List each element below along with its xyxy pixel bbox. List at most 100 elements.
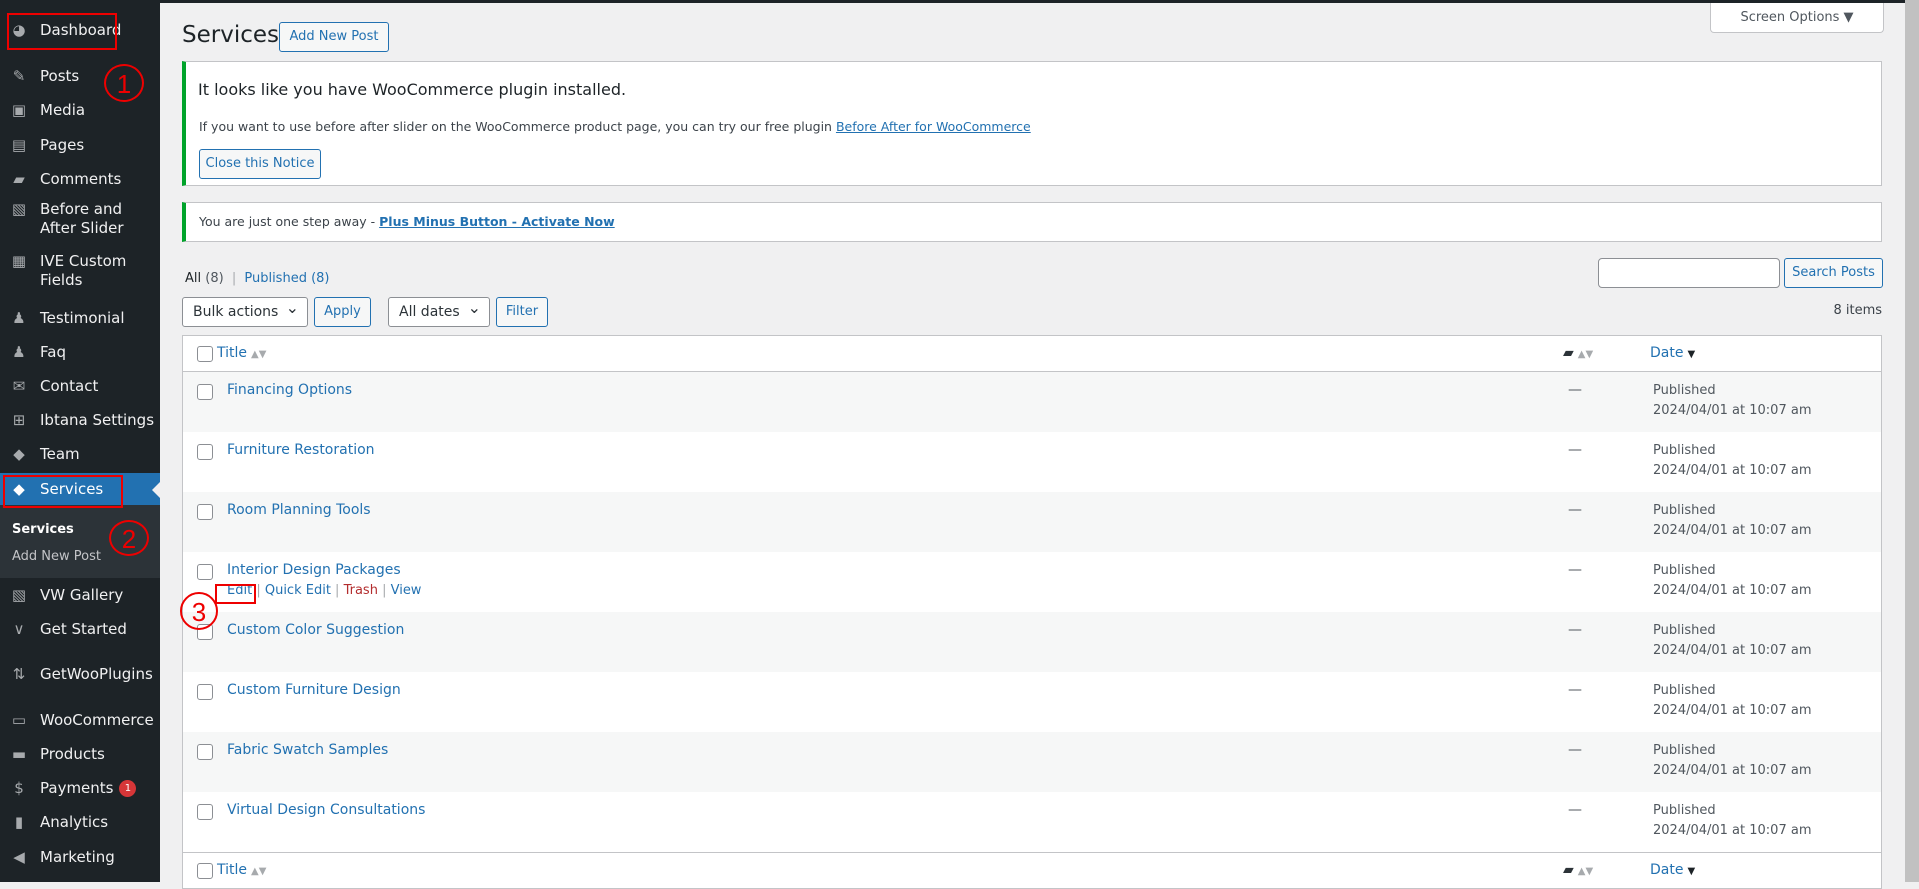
before-after-woocommerce-link[interactable]: Before After for WooCommerce [836, 119, 1031, 134]
row-checkbox[interactable] [197, 564, 213, 580]
close-notice-button[interactable]: Close this Notice [199, 149, 321, 179]
sidebar-item-ive-custom-fields[interactable]: ▦ IVE Custom Fields [0, 248, 160, 292]
search-input[interactable] [1598, 258, 1780, 288]
post-title-link[interactable]: Fabric Swatch Samples [227, 742, 388, 758]
dates-select[interactable]: All dates [388, 294, 490, 327]
sidebar-item-payments[interactable]: $ Payments 1 [0, 771, 160, 805]
select-all-checkbox[interactable] [197, 346, 213, 362]
sidebar-item-label: Contact [40, 377, 99, 395]
sidebar-item-getwooplugins[interactable]: ⇅ GetWooPlugins [0, 657, 160, 691]
row-checkbox[interactable] [197, 624, 213, 640]
separator: | [231, 271, 237, 286]
sidebar-item-team[interactable]: ◆ Team [0, 437, 160, 471]
sidebar-item-label: Services [40, 480, 104, 498]
add-new-post-button[interactable]: Add New Post [279, 22, 389, 52]
sidebar-item-comments[interactable]: ▰ Comments [0, 162, 160, 196]
sidebar-item-label: Get Started [40, 620, 127, 638]
user-icon: ♟ [12, 343, 26, 361]
filter-all[interactable]: All [185, 271, 201, 286]
pin-icon: ✎ [12, 67, 26, 85]
sidebar-item-posts[interactable]: ✎ Posts [0, 59, 160, 93]
trash-link[interactable]: Trash [344, 583, 378, 598]
sidebar-item-analytics[interactable]: ▮ Analytics [0, 805, 160, 839]
sidebar-item-products[interactable]: ▬ Products [0, 737, 160, 771]
view-link[interactable]: View [391, 583, 422, 598]
filter-published[interactable]: Published [244, 271, 307, 286]
sidebar-item-before-and-after-slider[interactable]: ▧ Before and After Slider [0, 196, 160, 240]
sidebar-item-label: Ibtana Settings [40, 411, 155, 429]
sidebar-item-label: Media [40, 101, 86, 119]
pages-icon: ▤ [11, 136, 27, 154]
dashboard-icon: ◕ [12, 21, 26, 39]
sidebar-item-label: Before and After Slider [40, 200, 124, 237]
sidebar-item-media[interactable]: ▣ Media [0, 93, 160, 127]
row-checkbox[interactable] [197, 804, 213, 820]
quick-edit-link[interactable]: Quick Edit [265, 583, 331, 598]
edit-link[interactable]: Edit [227, 583, 252, 598]
sidebar-item-woocommerce[interactable]: ▭ WooCommerce [0, 703, 160, 737]
sidebar-item-faq[interactable]: ♟ Faq [0, 335, 160, 369]
sidebar-item-dashboard[interactable]: ◕ Dashboard [0, 13, 160, 47]
date-column-header[interactable]: Date ▼ [1650, 345, 1695, 361]
sort-icon: ▲▼ [251, 349, 267, 360]
filter-button[interactable]: Filter [496, 297, 548, 327]
row-checkbox[interactable] [197, 384, 213, 400]
post-date: Published 2024/04/01 at 10:07 am [1653, 501, 1811, 541]
sort-icon: ▲▼ [251, 866, 267, 877]
row-checkbox[interactable] [197, 504, 213, 520]
row-checkbox[interactable] [197, 744, 213, 760]
post-title-link[interactable]: Virtual Design Consultations [227, 802, 425, 818]
apply-button[interactable]: Apply [314, 297, 371, 327]
scrollbar[interactable] [1905, 0, 1919, 882]
post-date: Published 2024/04/01 at 10:07 am [1653, 621, 1811, 661]
post-title-link[interactable]: Furniture Restoration [227, 442, 375, 458]
post-status-filter: All (8) | Published (8) [185, 271, 330, 286]
grid-icon: ▦ [11, 252, 27, 270]
post-title-link[interactable]: Room Planning Tools [227, 502, 371, 518]
submenu-add-new-post[interactable]: Add New Post [12, 549, 101, 564]
sidebar-item-services[interactable]: ◆ Services [0, 473, 160, 505]
date-column-header[interactable]: Date ▼ [1650, 862, 1695, 878]
comment-count: — [1568, 802, 1582, 818]
post-title-link[interactable]: Custom Color Suggestion [227, 622, 404, 638]
comment-count: — [1568, 742, 1582, 758]
sidebar-item-label: Posts [40, 67, 80, 85]
title-header-label: Title [217, 862, 248, 878]
date-header-label: Date [1650, 345, 1684, 361]
comment-count: — [1568, 562, 1582, 578]
sidebar-item-ibtana-settings[interactable]: ⊞ Ibtana Settings [0, 403, 160, 437]
post-title-link[interactable]: Financing Options [227, 382, 352, 398]
screen-options-button[interactable]: Screen Options ▼ [1710, 3, 1884, 33]
sort-icon: ▼ [1687, 349, 1696, 360]
post-title-link[interactable]: Custom Furniture Design [227, 682, 401, 698]
sidebar-item-contact[interactable]: ✉ Contact [0, 369, 160, 403]
activate-now-link[interactable]: Plus Minus Button - Activate Now [379, 214, 615, 229]
sidebar-item-label: IVE Custom Fields [40, 252, 127, 289]
notice2-text: You are just one step away - [199, 214, 380, 229]
row-checkbox[interactable] [197, 684, 213, 700]
bulk-actions-select[interactable]: Bulk actions [182, 294, 308, 327]
sidebar-item-marketing[interactable]: ◀ Marketing [0, 840, 160, 874]
comments-column-header[interactable]: ▰ ▲▼ [1563, 862, 1593, 878]
select-all-checkbox[interactable] [197, 863, 213, 879]
post-date-value: 2024/04/01 at 10:07 am [1653, 403, 1812, 418]
sidebar-item-vw-gallery[interactable]: ▧ VW Gallery [0, 578, 160, 612]
sort-icon: ▼ [1687, 866, 1696, 877]
row-checkbox[interactable] [197, 444, 213, 460]
comments-column-header[interactable]: ▰ ▲▼ [1563, 345, 1593, 361]
megaphone-icon: ◀ [13, 848, 25, 866]
sidebar-item-label: Testimonial [40, 309, 125, 327]
search-posts-button[interactable]: Search Posts [1784, 258, 1883, 288]
submenu-services[interactable]: Services [12, 522, 74, 537]
post-date-value: 2024/04/01 at 10:07 am [1653, 583, 1812, 598]
post-title-link[interactable]: Interior Design Packages [227, 562, 401, 578]
sidebar-item-get-started[interactable]: ∨ Get Started [0, 612, 160, 646]
title-column-header[interactable]: Title ▲▼ [217, 345, 266, 361]
sidebar-item-pages[interactable]: ▤ Pages [0, 128, 160, 162]
archive-icon: ▬ [11, 745, 27, 763]
title-column-header[interactable]: Title ▲▼ [217, 862, 266, 878]
sidebar-item-label: Marketing [40, 848, 115, 866]
post-date: Published 2024/04/01 at 10:07 am [1653, 741, 1811, 781]
sort-icon: ▲▼ [1577, 866, 1594, 877]
sidebar-item-testimonial[interactable]: ♟ Testimonial [0, 301, 160, 335]
